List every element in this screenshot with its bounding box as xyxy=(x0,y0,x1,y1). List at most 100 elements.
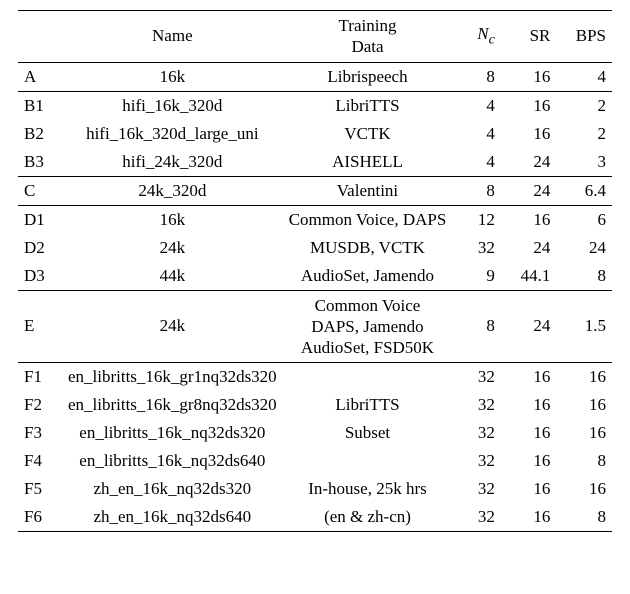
cell-id: E xyxy=(18,290,62,363)
cell-sr: 24 xyxy=(501,148,557,177)
cell-nc: 8 xyxy=(452,290,501,363)
cell-name: zh_en_16k_nq32ds640 xyxy=(62,503,283,532)
cell-nc: 32 xyxy=(452,391,501,419)
cell-nc: 4 xyxy=(452,148,501,177)
cell-bps: 6 xyxy=(556,205,612,234)
cell-nc: 32 xyxy=(452,419,501,447)
cell-bps: 24 xyxy=(556,234,612,262)
cell-id: D2 xyxy=(18,234,62,262)
cell-sr: 24 xyxy=(501,290,557,363)
table-container: Name Training Data Nc SR BPS A16kLibrisp… xyxy=(0,0,630,594)
cell-sr: 16 xyxy=(501,391,557,419)
cell-training-data xyxy=(283,447,453,475)
cell-id: F4 xyxy=(18,447,62,475)
cell-bps: 16 xyxy=(556,391,612,419)
cell-sr: 16 xyxy=(501,363,557,392)
table-row: F6zh_en_16k_nq32ds640(en & zh-cn)32168 xyxy=(18,503,612,532)
table-row: B3hifi_24k_320dAISHELL4243 xyxy=(18,148,612,177)
cell-id: F2 xyxy=(18,391,62,419)
table-body: A16kLibrispeech8164B1hifi_16k_320dLibriT… xyxy=(18,62,612,532)
cell-nc: 8 xyxy=(452,176,501,205)
cell-sr: 16 xyxy=(501,120,557,148)
cell-name: 16k xyxy=(62,205,283,234)
cell-training-data: (en & zh-cn) xyxy=(283,503,453,532)
table-row: E24kCommon VoiceDAPS, JamendoAudioSet, F… xyxy=(18,290,612,363)
table-row: A16kLibrispeech8164 xyxy=(18,62,612,91)
cell-sr: 16 xyxy=(501,503,557,532)
cell-nc: 32 xyxy=(452,363,501,392)
table-row: D224kMUSDB, VCTK322424 xyxy=(18,234,612,262)
table-row: D344kAudioSet, Jamendo944.18 xyxy=(18,262,612,291)
cell-name: en_libritts_16k_nq32ds320 xyxy=(62,419,283,447)
cell-bps: 16 xyxy=(556,419,612,447)
cell-training-data xyxy=(283,363,453,392)
cell-bps: 4 xyxy=(556,62,612,91)
cell-bps: 16 xyxy=(556,363,612,392)
cell-name: en_libritts_16k_nq32ds640 xyxy=(62,447,283,475)
cell-name: 16k xyxy=(62,62,283,91)
cell-id: D1 xyxy=(18,205,62,234)
cell-bps: 8 xyxy=(556,447,612,475)
cell-id: F3 xyxy=(18,419,62,447)
cell-bps: 3 xyxy=(556,148,612,177)
table-row: F3en_libritts_16k_nq32ds320Subset321616 xyxy=(18,419,612,447)
cell-id: B1 xyxy=(18,91,62,120)
cell-training-data: Subset xyxy=(283,419,453,447)
cell-name: 24k_320d xyxy=(62,176,283,205)
cell-nc: 12 xyxy=(452,205,501,234)
table-row: B1hifi_16k_320dLibriTTS4162 xyxy=(18,91,612,120)
header-row: Name Training Data Nc SR BPS xyxy=(18,11,612,63)
cell-id: B3 xyxy=(18,148,62,177)
header-id xyxy=(18,11,62,63)
cell-id: D3 xyxy=(18,262,62,291)
cell-name: 44k xyxy=(62,262,283,291)
cell-name: hifi_16k_320d_large_uni xyxy=(62,120,283,148)
cell-nc: 32 xyxy=(452,503,501,532)
cell-bps: 8 xyxy=(556,262,612,291)
header-nc: Nc xyxy=(452,11,501,63)
cell-sr: 24 xyxy=(501,176,557,205)
cell-id: F1 xyxy=(18,363,62,392)
cell-nc: 4 xyxy=(452,120,501,148)
header-bps: BPS xyxy=(556,11,612,63)
cell-id: C xyxy=(18,176,62,205)
cell-training-data: In-house, 25k hrs xyxy=(283,475,453,503)
cell-training-data: VCTK xyxy=(283,120,453,148)
cell-sr: 16 xyxy=(501,419,557,447)
table-row: F2en_libritts_16k_gr8nq32ds320LibriTTS32… xyxy=(18,391,612,419)
cell-name: hifi_16k_320d xyxy=(62,91,283,120)
cell-sr: 16 xyxy=(501,62,557,91)
cell-training-data: AISHELL xyxy=(283,148,453,177)
cell-sr: 24 xyxy=(501,234,557,262)
table-row: D116kCommon Voice, DAPS12166 xyxy=(18,205,612,234)
cell-nc: 32 xyxy=(452,475,501,503)
cell-id: A xyxy=(18,62,62,91)
header-sr: SR xyxy=(501,11,557,63)
cell-sr: 16 xyxy=(501,447,557,475)
table-row: B2hifi_16k_320d_large_uniVCTK4162 xyxy=(18,120,612,148)
header-training-data-l2: Data xyxy=(351,37,383,56)
cell-name: zh_en_16k_nq32ds320 xyxy=(62,475,283,503)
cell-name: en_libritts_16k_gr8nq32ds320 xyxy=(62,391,283,419)
table-row: F4en_libritts_16k_nq32ds64032168 xyxy=(18,447,612,475)
cell-training-data: AudioSet, Jamendo xyxy=(283,262,453,291)
cell-sr: 16 xyxy=(501,205,557,234)
cell-training-data: MUSDB, VCTK xyxy=(283,234,453,262)
cell-training-data: LibriTTS xyxy=(283,91,453,120)
table-row: F5zh_en_16k_nq32ds320In-house, 25k hrs32… xyxy=(18,475,612,503)
header-training-data-l1: Training xyxy=(339,16,397,35)
cell-bps: 2 xyxy=(556,120,612,148)
cell-name: hifi_24k_320d xyxy=(62,148,283,177)
cell-nc: 8 xyxy=(452,62,501,91)
header-training-data: Training Data xyxy=(283,11,453,63)
cell-name: en_libritts_16k_gr1nq32ds320 xyxy=(62,363,283,392)
cell-training-data: Common Voice, DAPS xyxy=(283,205,453,234)
cell-bps: 8 xyxy=(556,503,612,532)
cell-training-data: Librispeech xyxy=(283,62,453,91)
cell-id: F6 xyxy=(18,503,62,532)
cell-sr: 44.1 xyxy=(501,262,557,291)
cell-nc: 4 xyxy=(452,91,501,120)
codec-table: Name Training Data Nc SR BPS A16kLibrisp… xyxy=(18,10,612,532)
cell-bps: 16 xyxy=(556,475,612,503)
table-row: F1en_libritts_16k_gr1nq32ds320321616 xyxy=(18,363,612,392)
